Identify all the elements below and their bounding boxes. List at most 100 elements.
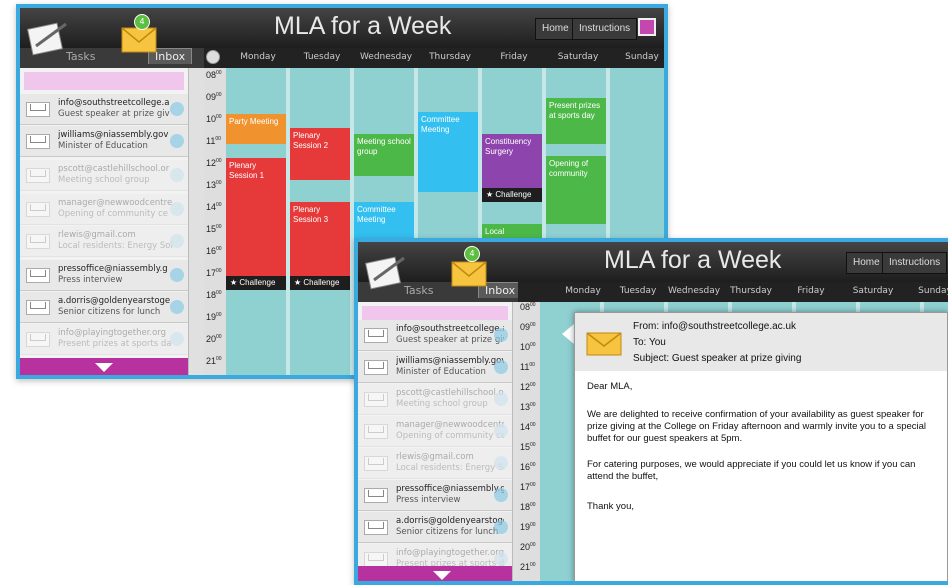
inbox-item[interactable]: info@southstreetcollege.a Guest speaker a… bbox=[358, 320, 512, 351]
app-title: MLA for a Week bbox=[274, 12, 452, 40]
email-from: info@playingtogether.org bbox=[58, 328, 167, 338]
envelope-icon bbox=[364, 520, 388, 535]
hour-label: 1300 bbox=[206, 180, 222, 190]
envelope-icon bbox=[364, 392, 388, 407]
instructions-button[interactable]: Instructions bbox=[882, 252, 948, 274]
email-from: info@southstreetcollege.a bbox=[58, 98, 170, 108]
email-from: rlewis@gmail.com bbox=[396, 452, 474, 462]
hour-label: 0900 bbox=[206, 92, 222, 102]
envelope-icon bbox=[364, 424, 388, 439]
event-plenary-1[interactable]: Plenary Session 1 ★ Challenge bbox=[226, 158, 286, 290]
day-tuesday: Tuesday bbox=[619, 286, 657, 296]
home-button[interactable]: Home bbox=[846, 252, 887, 274]
reply-icon bbox=[494, 360, 508, 374]
email-from: manager@newwoodcentre bbox=[58, 198, 173, 208]
calendar-window-front: MLA for a Week Home Instructions Tasks I… bbox=[354, 238, 948, 585]
hour-label: 1700 bbox=[520, 482, 536, 492]
envelope-icon bbox=[364, 552, 388, 567]
email-from: manager@newwoodcentre bbox=[396, 420, 504, 430]
challenge-tag: ★ Challenge bbox=[290, 276, 350, 290]
reply-icon bbox=[170, 332, 184, 346]
email-from: From: info@southstreetcollege.ac.uk bbox=[633, 321, 797, 332]
reply-icon bbox=[494, 520, 508, 534]
inbox-scroll-down[interactable] bbox=[358, 566, 512, 581]
envelope-icon bbox=[364, 328, 388, 343]
inbox-item[interactable]: pressoffice@niassembly.g Press interview bbox=[358, 480, 512, 511]
inbox-scroll-up[interactable] bbox=[24, 72, 184, 90]
reply-icon bbox=[494, 392, 508, 406]
envelope-icon bbox=[26, 300, 50, 315]
reply-icon bbox=[494, 424, 508, 438]
event-meeting-school[interactable]: Meeting school group bbox=[354, 134, 414, 176]
hour-label: 1800 bbox=[520, 502, 536, 512]
inbox-item[interactable]: pressoffice@niassembly.g Press interview bbox=[20, 260, 188, 291]
inbox-item[interactable]: rlewis@gmail.com Local residents: Energy … bbox=[358, 448, 512, 479]
hour-label: 1100 bbox=[520, 362, 535, 372]
hour-label: 1900 bbox=[520, 522, 536, 532]
email-subject: Local residents: Energy Sol bbox=[58, 241, 173, 251]
day-monday: Monday bbox=[565, 286, 601, 296]
event-plenary-2[interactable]: Plenary Session 2 bbox=[290, 128, 350, 180]
event-plenary-3[interactable]: Plenary Session 3 ★ Challenge bbox=[290, 202, 350, 290]
email-from: pscott@castlehillschool.or bbox=[58, 164, 170, 174]
reply-icon bbox=[170, 268, 184, 282]
inbox-item[interactable]: manager@newwoodcentre Opening of communit… bbox=[20, 194, 188, 225]
email-subject: Present prizes at sports da bbox=[58, 339, 172, 349]
event-present-prizes[interactable]: Present prizes at sports day bbox=[546, 98, 606, 144]
day-header: Monday Tuesday Wednesday Thursday Friday… bbox=[204, 48, 664, 68]
inbox-item[interactable]: pscott@castlehillschool.or Meeting school… bbox=[20, 160, 188, 191]
instructions-button[interactable]: Instructions bbox=[572, 18, 638, 40]
popup-pointer bbox=[562, 324, 574, 344]
day-friday: Friday bbox=[500, 52, 528, 62]
clock-icon bbox=[206, 50, 220, 64]
hour-label: 2000 bbox=[520, 542, 536, 552]
email-greeting: Dear MLA, bbox=[587, 381, 633, 392]
email-popup: From: info@southstreetcollege.ac.uk To: … bbox=[574, 312, 948, 581]
hour-column: 0800 0900 1000 1100 1200 1300 1400 1500 … bbox=[518, 302, 540, 581]
hour-label: 1900 bbox=[206, 312, 222, 322]
email-from: a.dorris@goldenyearstoge bbox=[396, 516, 504, 526]
menu-square-icon[interactable] bbox=[638, 18, 656, 36]
inbox-item[interactable]: a.dorris@goldenyearstoge Senior citizens … bbox=[20, 292, 188, 323]
reply-icon bbox=[170, 234, 184, 248]
event-opening-community[interactable]: Opening of community bbox=[546, 156, 606, 224]
inbox-scrollbar[interactable] bbox=[188, 68, 205, 375]
envelope-icon bbox=[364, 456, 388, 471]
home-button[interactable]: Home bbox=[535, 18, 576, 40]
email-from: pressoffice@niassembly.g bbox=[396, 484, 504, 494]
day-wednesday: Wednesday bbox=[359, 52, 413, 62]
inbox-scroll-down[interactable] bbox=[20, 358, 188, 375]
inbox-item[interactable]: a.dorris@goldenyearstoge Senior citizens … bbox=[358, 512, 512, 543]
inbox-item[interactable]: jwilliams@niassembly.gov Minister of Educ… bbox=[20, 126, 188, 157]
challenge-tag: ★ Challenge bbox=[226, 276, 286, 290]
inbox-item[interactable]: pscott@castlehillschool.or Meeting school… bbox=[358, 384, 512, 415]
hour-label: 2000 bbox=[206, 334, 222, 344]
hour-label: 1200 bbox=[206, 158, 222, 168]
envelope-icon bbox=[26, 168, 50, 183]
day-saturday: Saturday bbox=[852, 286, 894, 296]
email-subject: Press interview bbox=[396, 495, 461, 505]
event-constituency[interactable]: Constituency Surgery ★ Challenge bbox=[482, 134, 542, 202]
email-subject: Guest speaker at prize giv bbox=[396, 335, 504, 345]
day-monday: Monday bbox=[240, 52, 276, 62]
email-subject: Subject: Guest speaker at prize giving bbox=[633, 353, 802, 364]
inbox-count-badge: 4 bbox=[464, 246, 480, 262]
inbox-item[interactable]: rlewis@gmail.com Local residents: Energy … bbox=[20, 226, 188, 257]
inbox-item[interactable]: jwilliams@niassembly.gov Minister of Educ… bbox=[358, 352, 512, 383]
reply-icon bbox=[170, 134, 184, 148]
event-committee-1[interactable]: Committee Meeting bbox=[418, 112, 478, 192]
envelope-icon bbox=[26, 332, 50, 347]
envelope-icon bbox=[26, 102, 50, 117]
envelope-icon bbox=[26, 268, 50, 283]
day-sunday: Sunday bbox=[625, 52, 659, 62]
email-subject: Meeting school group bbox=[58, 175, 150, 185]
event-party-meeting[interactable]: Party Meeting bbox=[226, 114, 286, 144]
reply-icon bbox=[494, 488, 508, 502]
inbox-item[interactable]: info@playingtogether.org Present prizes a… bbox=[20, 324, 188, 355]
inbox-item[interactable]: manager@newwoodcentre Opening of communit… bbox=[358, 416, 512, 447]
email-paragraph-1: We are delighted to receive confirmation… bbox=[587, 409, 927, 444]
inbox-item[interactable]: info@southstreetcollege.a Guest speaker a… bbox=[20, 94, 188, 125]
email-subject: Opening of community ce bbox=[396, 431, 504, 441]
day-thursday: Thursday bbox=[429, 52, 471, 62]
reply-icon bbox=[170, 202, 184, 216]
